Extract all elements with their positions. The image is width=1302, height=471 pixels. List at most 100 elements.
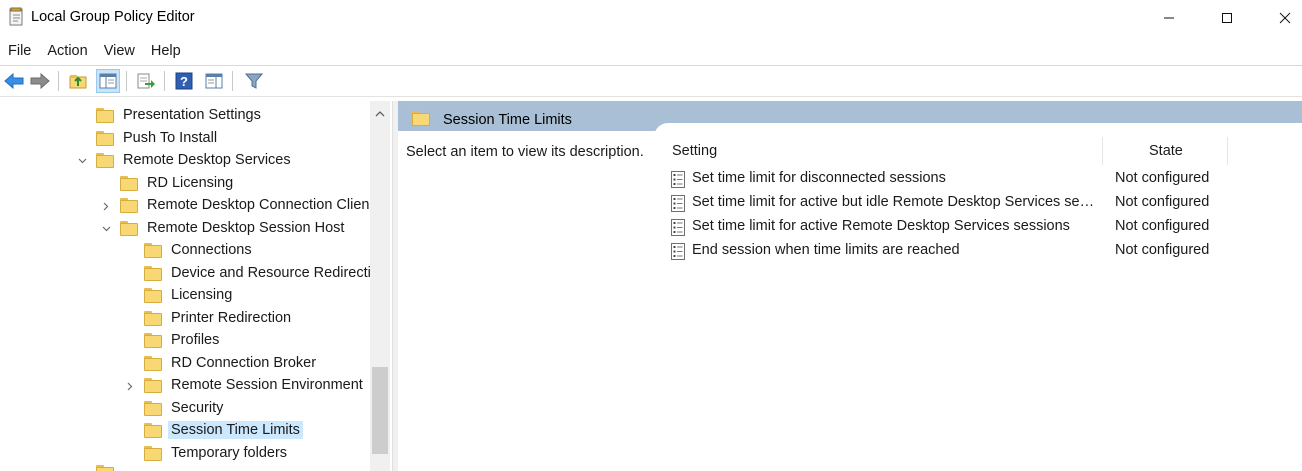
folder-icon (144, 243, 162, 258)
column-header-state[interactable]: State (1149, 143, 1183, 159)
tree-item-label: Remote Desktop Session Host (147, 219, 345, 236)
folder-icon (144, 423, 162, 438)
tree-item-label: Temporary folders (171, 444, 288, 461)
filter-button[interactable] (242, 69, 266, 93)
tree-item[interactable]: Printer Redirection (0, 308, 370, 330)
column-header-setting[interactable]: Setting (672, 143, 717, 159)
tree-item-label: RD Licensing (147, 174, 234, 191)
maximize-button[interactable] (1198, 0, 1256, 36)
details-title: Session Time Limits (443, 112, 572, 128)
tree-item[interactable]: Remote Desktop Session Host (0, 218, 370, 240)
console-tree[interactable]: Presentation Settings Push To Install Remo… (0, 101, 392, 471)
menu-help[interactable]: Help (143, 38, 189, 65)
chevron-right-icon[interactable] (100, 195, 112, 217)
show-hide-action-pane-icon (205, 73, 223, 89)
policy-setting-name: End session when time limits are reached (692, 242, 960, 258)
tree-item[interactable]: Temporary folders (0, 443, 370, 465)
folder-icon (96, 108, 114, 123)
window-title: Local Group Policy Editor (31, 9, 195, 25)
close-button[interactable] (1256, 0, 1302, 36)
tree-item[interactable]: Licensing (0, 285, 370, 307)
tree-item-label: Connections (171, 242, 252, 258)
column-separator[interactable] (1227, 137, 1228, 165)
tree-item[interactable]: Profiles (0, 330, 370, 352)
policy-state: Not configured (1115, 218, 1210, 234)
tree-item[interactable]: Security (0, 398, 370, 420)
details-pane: Session Time Limits Select an item to vi… (398, 101, 1302, 471)
maximize-icon (1222, 13, 1232, 23)
back-button[interactable] (2, 69, 26, 93)
chevron-up-icon (375, 110, 385, 116)
export-list-icon (137, 73, 155, 89)
tree-scrollbar[interactable] (370, 101, 390, 471)
tree-item-label: RD Connection Broker (171, 354, 317, 371)
policy-setting-icon (670, 171, 686, 188)
tree-item[interactable]: Remote Session Environment (0, 375, 370, 397)
tree-item[interactable]: RD Licensing (0, 173, 370, 195)
filter-icon (245, 73, 263, 89)
tree-item-label: Remote Desktop Connection Clien (147, 197, 370, 213)
policy-setting-name: Set time limit for active but idle Remot… (692, 194, 1097, 210)
folder-icon (144, 288, 162, 303)
tree-item[interactable]: Connections (0, 240, 370, 262)
folder-icon (96, 130, 114, 146)
toolbar-divider (0, 96, 1302, 97)
export-list-button[interactable] (134, 69, 158, 93)
folder-icon (96, 465, 114, 471)
tree-item-label: Presentation Settings (123, 107, 261, 123)
menu-file[interactable]: File (0, 38, 39, 65)
menu-view[interactable]: View (96, 38, 143, 65)
tree-item[interactable]: Remote Desktop Connection Clien (0, 195, 370, 217)
policy-row[interactable]: End session when time limits are reached… (670, 240, 1302, 262)
chevron-down-icon[interactable] (100, 218, 112, 240)
folder-icon (120, 220, 138, 236)
header-curve (654, 123, 1302, 153)
folder-icon (120, 175, 138, 191)
policy-setting-icon (670, 219, 686, 236)
tree-item[interactable]: Presentation Settings (0, 105, 370, 127)
toolbar-separator (164, 71, 165, 91)
up-folder-icon (69, 75, 87, 89)
folder-icon (120, 198, 138, 213)
policy-row[interactable]: Set time limit for disconnected sessions… (670, 168, 1302, 190)
chevron-down-icon[interactable] (76, 150, 88, 172)
tree-item[interactable]: Remote Desktop Services (0, 150, 370, 172)
folder-icon (144, 355, 162, 371)
menu-bar: File Action View Help (0, 38, 1302, 65)
folder-icon (144, 378, 162, 393)
column-separator[interactable] (1102, 137, 1103, 165)
toolbar-separator (232, 71, 233, 91)
policy-editor-icon (8, 7, 26, 27)
minimize-button[interactable] (1140, 0, 1198, 36)
policy-state: Not configured (1115, 242, 1210, 258)
tree-item[interactable]: RD Connection Broker (0, 353, 370, 375)
toolbar-separator (126, 71, 127, 91)
tree-item-label: Device and Resource Redirectic (171, 264, 379, 281)
tree-item[interactable]: Device and Resource Redirectic (0, 263, 378, 285)
tree-item[interactable]: Push To Install (0, 128, 370, 150)
tree-item-label: Security (171, 399, 224, 416)
folder-icon (144, 310, 162, 326)
svg-text:?: ? (180, 74, 188, 89)
help-button[interactable]: ? (172, 69, 196, 93)
close-icon (1279, 12, 1291, 24)
folder-icon (144, 333, 162, 348)
tree-item-label: Session Time Limits (168, 421, 303, 439)
show-hide-console-tree-button[interactable] (96, 69, 120, 93)
tree-item[interactable]: Session Time Limits (0, 420, 370, 442)
show-hide-action-pane-button[interactable] (202, 69, 226, 93)
up-one-level-button[interactable] (66, 69, 90, 93)
folder-icon (412, 111, 430, 126)
back-arrow-icon (4, 73, 24, 89)
tree-item-label: Push To Install (123, 129, 218, 146)
menu-action[interactable]: Action (39, 38, 95, 65)
scroll-up-button[interactable] (370, 105, 390, 121)
policy-row[interactable]: Set time limit for active Remote Desktop… (670, 216, 1302, 238)
chevron-right-icon[interactable] (124, 375, 136, 397)
folder-icon (96, 153, 114, 168)
forward-button[interactable] (28, 69, 52, 93)
policy-row[interactable]: Set time limit for active but idle Remot… (670, 192, 1302, 214)
tree-item-label: Remote Session Environment (171, 377, 363, 393)
tree-item-label: Remote Desktop Services (123, 152, 291, 168)
scroll-thumb[interactable] (372, 367, 388, 454)
